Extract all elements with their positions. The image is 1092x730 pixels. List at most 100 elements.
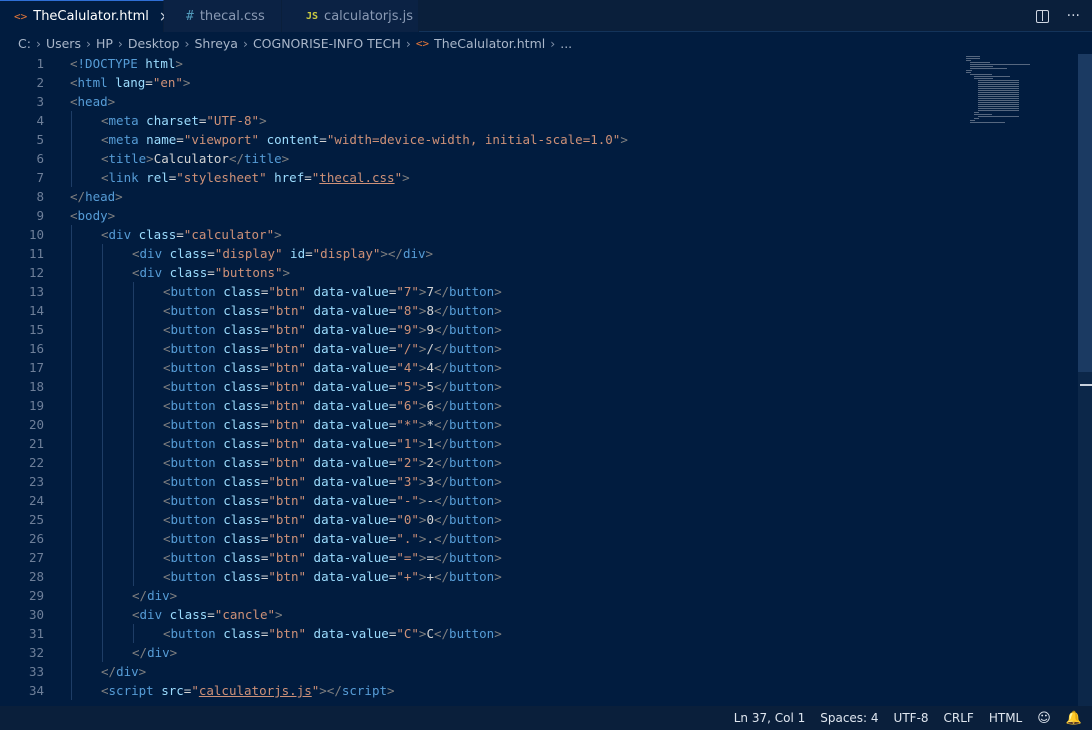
code-line[interactable]: 31 <button class="btn" data-value="C">C</…	[0, 624, 960, 643]
code-token: </	[433, 417, 450, 432]
code-token: >	[494, 284, 502, 299]
code-line[interactable]: 11 <div class="display" id="display"></di…	[0, 244, 960, 263]
code-line[interactable]: 33 </div>	[0, 662, 960, 681]
breadcrumb-item-file[interactable]: TheCalulator.html	[434, 36, 545, 51]
code-line[interactable]: 6 <title>Calculator</title>	[0, 149, 960, 168]
code-line[interactable]: 4 <meta charset="UTF-8">	[0, 111, 960, 130]
line-number: 17	[28, 360, 44, 375]
code-token: </	[132, 645, 148, 660]
code-line[interactable]: 2 <html lang="en">	[0, 73, 960, 92]
code-line[interactable]: 19 <button class="btn" data-value="6">6</…	[0, 396, 960, 415]
breadcrumb-item[interactable]: Desktop	[128, 36, 180, 51]
code-token: <	[163, 512, 171, 527]
code-line[interactable]: 27 <button class="btn" data-value="=">=</…	[0, 548, 960, 567]
minimap[interactable]	[962, 54, 1037, 134]
line-number: 13	[28, 284, 44, 299]
tab-thecal-css[interactable]: # thecal.css	[164, 0, 282, 32]
vertical-scrollbar[interactable]	[1078, 54, 1092, 706]
code-token: =	[207, 265, 215, 280]
notifications-bell-icon[interactable]: 🔔	[1066, 711, 1082, 726]
code-line[interactable]: 30 <div class="cancle">	[0, 605, 960, 624]
code-line[interactable]: 9 <body>	[0, 206, 960, 225]
code-text: <button class="btn" data-value="+">+</bu…	[163, 567, 502, 586]
language-mode[interactable]: HTML	[989, 711, 1022, 725]
breadcrumb-item[interactable]: COGNORISE-INFO TECH	[253, 36, 401, 51]
code-token: data-value	[306, 360, 389, 375]
code-line[interactable]: 20 <button class="btn" data-value="*">*</…	[0, 415, 960, 434]
code-token: data-value	[306, 417, 389, 432]
code-line[interactable]: 26 <button class="btn" data-value=".">.</…	[0, 529, 960, 548]
code-token: >	[282, 265, 291, 280]
code-token: "	[191, 683, 199, 698]
code-line[interactable]: 29 </div>	[0, 586, 960, 605]
breadcrumb-item[interactable]: Shreya	[194, 36, 237, 51]
minimap-line	[978, 84, 1019, 85]
code-line[interactable]: 17 <button class="btn" data-value="4">4</…	[0, 358, 960, 377]
line-number: 33	[28, 664, 44, 679]
line-number: 26	[28, 531, 44, 546]
code-line[interactable]: 32 </div>	[0, 643, 960, 662]
code-line[interactable]: 25 <button class="btn" data-value="0">0</…	[0, 510, 960, 529]
more-actions-icon[interactable]: ···	[1067, 8, 1080, 24]
code-token: div	[147, 645, 170, 660]
code-line[interactable]: 7 <link rel="stylesheet" href="thecal.css…	[0, 168, 960, 187]
minimap-line	[970, 120, 975, 121]
code-token: "calculator"	[183, 227, 275, 242]
code-line[interactable]: 24 <button class="btn" data-value="-">-</…	[0, 491, 960, 510]
code-line[interactable]: 22 <button class="btn" data-value="2">2</…	[0, 453, 960, 472]
file-encoding[interactable]: UTF-8	[894, 711, 929, 725]
minimap-line	[978, 100, 1019, 101]
code-line[interactable]: 18 <button class="btn" data-value="5">5</…	[0, 377, 960, 396]
code-line[interactable]: 8 </head>	[0, 187, 960, 206]
code-text: <button class="btn" data-value="*">*</bu…	[163, 415, 502, 434]
split-editor-icon[interactable]	[1035, 9, 1049, 23]
code-token: 6	[426, 398, 434, 413]
code-line[interactable]: 28 <button class="btn" data-value="+">+</…	[0, 567, 960, 586]
code-editor[interactable]: 1 <!DOCTYPE html> 2 <html lang="en"> 3 <head>…	[0, 54, 1092, 706]
code-line[interactable]: 15 <button class="btn" data-value="9">9</…	[0, 320, 960, 339]
code-token: id	[282, 246, 306, 261]
tab-bar: <> TheCalulator.html × # thecal.css JS c…	[0, 0, 1092, 32]
code-line[interactable]: 3 <head>	[0, 92, 960, 111]
code-line[interactable]: 14 <button class="btn" data-value="8">8</…	[0, 301, 960, 320]
feedback-icon[interactable]: ☺	[1037, 711, 1051, 726]
line-number: 32	[28, 645, 44, 660]
code-line[interactable]: 1 <!DOCTYPE html>	[0, 54, 960, 73]
code-line[interactable]: 34 <script src="calculatorjs.js"></script…	[0, 681, 960, 700]
code-line[interactable]: 13 <button class="btn" data-value="7">7</…	[0, 282, 960, 301]
breadcrumb-more[interactable]: ...	[560, 36, 572, 51]
code-token: "+"	[396, 569, 419, 584]
code-line[interactable]: 5 <meta name="viewport" content="width=de…	[0, 130, 960, 149]
code-line[interactable]: 21 <button class="btn" data-value="1">1</…	[0, 434, 960, 453]
code-token: data-value	[306, 284, 389, 299]
code-token: C	[426, 626, 434, 641]
code-token: >	[425, 246, 434, 261]
code-token: button	[170, 512, 216, 527]
code-token: >	[494, 493, 502, 508]
minimap-line	[978, 86, 1019, 87]
code-token: 1	[426, 436, 434, 451]
cursor-position[interactable]: Ln 37, Col 1	[734, 711, 806, 725]
code-line[interactable]: 10 <div class="calculator">	[0, 225, 960, 244]
code-line[interactable]: 12 <div class="buttons">	[0, 263, 960, 282]
tab-calculatorjs-js[interactable]: JS calculatorjs.js	[282, 0, 419, 32]
breadcrumb-item[interactable]: Users	[46, 36, 81, 51]
code-token: "6"	[396, 398, 419, 413]
breadcrumb-item[interactable]: HP	[96, 36, 113, 51]
scrollbar-thumb[interactable]	[1078, 54, 1092, 372]
indentation-setting[interactable]: Spaces: 4	[820, 711, 878, 725]
tab-thecalulator-html[interactable]: <> TheCalulator.html ×	[0, 0, 171, 32]
code-token: =	[145, 75, 153, 90]
breadcrumb-item[interactable]: C:	[18, 36, 31, 51]
code-line[interactable]: 23 <button class="btn" data-value="3">3</…	[0, 472, 960, 491]
code-text: <button class="btn" data-value="-">-</bu…	[163, 491, 502, 510]
code-token: <	[70, 75, 78, 90]
code-token: </	[433, 398, 450, 413]
code-token: data-value	[306, 398, 389, 413]
line-number: 21	[28, 436, 44, 451]
end-of-line[interactable]: CRLF	[944, 711, 974, 725]
tab-label: calculatorjs.js	[324, 8, 414, 24]
code-line[interactable]: 16 <button class="btn" data-value="/">/</…	[0, 339, 960, 358]
code-token: button	[449, 512, 495, 527]
code-token: button	[170, 360, 216, 375]
